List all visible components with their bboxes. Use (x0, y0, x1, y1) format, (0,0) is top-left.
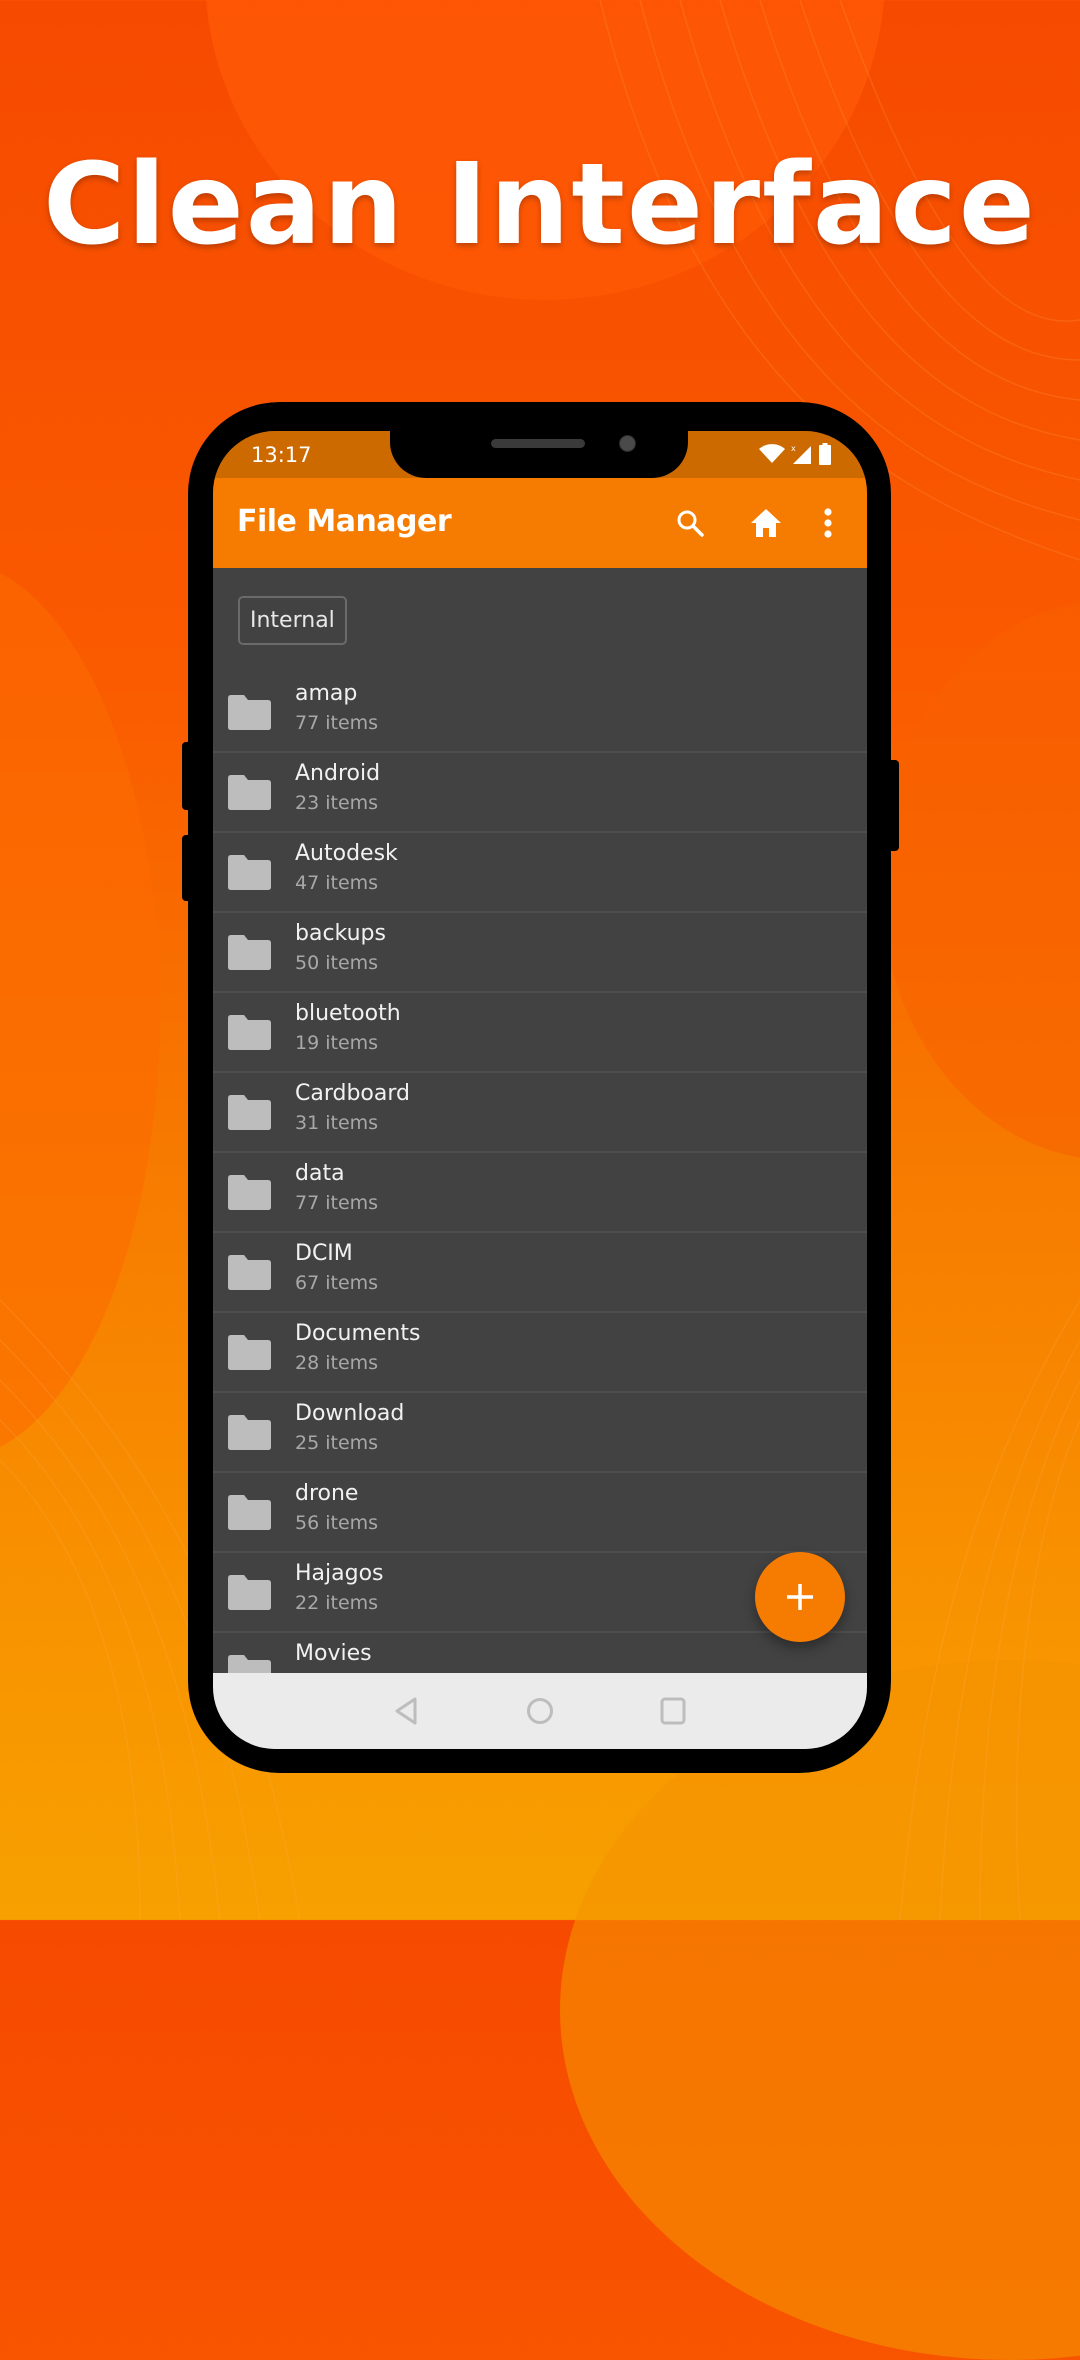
folder-name: Android (295, 761, 381, 786)
search-button[interactable] (672, 505, 708, 541)
folder-item-count: 25 items (295, 1432, 379, 1454)
folder-list-item[interactable]: bluetooth 19 items (213, 993, 867, 1073)
folder-item-count: 77 items (295, 1192, 379, 1214)
more-options-button[interactable] (816, 505, 840, 541)
folder-item-count: 77 items (295, 712, 379, 734)
promo-headline: Clean Interface (43, 140, 1037, 270)
app-title: File Manager (237, 504, 452, 539)
earpiece-speaker (491, 439, 585, 448)
folder-name: Download (295, 1401, 405, 1426)
folder-item-count: 28 items (295, 1352, 379, 1374)
folder-list-item[interactable]: DCIM 67 items (213, 1233, 867, 1313)
folder-icon (228, 1415, 271, 1450)
folder-icon (228, 1255, 271, 1290)
folder-icon (228, 1655, 271, 1673)
folder-list-item[interactable]: Cardboard 31 items (213, 1073, 867, 1153)
folder-item-count: 67 items (295, 1272, 379, 1294)
folder-icon (228, 1095, 271, 1130)
folder-item-count: 22 items (295, 1592, 379, 1614)
folder-item-count: 56 items (295, 1512, 379, 1534)
folder-list: amap 77 items Android 23 items Autodesk 47 it… (213, 673, 867, 1673)
folder-icon (228, 1495, 271, 1530)
background-shape (0, 560, 160, 1460)
battery-icon (819, 443, 831, 465)
nav-home-button[interactable] (522, 1693, 558, 1729)
plus-icon (787, 1584, 813, 1610)
phone-screen: 13:17 x File Manager Internal amap 77 ite… (213, 431, 867, 1749)
status-icons: x (759, 443, 831, 465)
home-button[interactable] (748, 505, 784, 541)
nav-recents-button[interactable] (655, 1693, 691, 1729)
folder-list-item[interactable]: backups 50 items (213, 913, 867, 993)
folder-icon (228, 1175, 271, 1210)
folder-name: drone (295, 1481, 359, 1506)
folder-name: Documents (295, 1321, 421, 1346)
folder-list-item[interactable]: Autodesk 47 items (213, 833, 867, 913)
folder-name: Cardboard (295, 1081, 410, 1106)
folder-name: DCIM (295, 1241, 353, 1266)
folder-icon (228, 1575, 271, 1610)
display-notch (390, 431, 688, 478)
add-fab-button[interactable] (755, 1552, 845, 1642)
recents-icon (660, 1697, 686, 1725)
system-nav-bar (213, 1673, 867, 1749)
home-icon (751, 509, 781, 537)
app-bar: File Manager (213, 478, 867, 568)
storage-chip-internal[interactable]: Internal (238, 596, 347, 645)
folder-list-item[interactable]: amap 77 items (213, 673, 867, 753)
folder-list-item[interactable]: Movies96 items (213, 1633, 867, 1673)
folder-name: data (295, 1161, 345, 1186)
status-bar: 13:17 x (213, 431, 867, 478)
wifi-icon (759, 444, 785, 463)
more-vert-icon (824, 508, 832, 538)
folder-icon (228, 1015, 271, 1050)
folder-icon (228, 855, 271, 890)
folder-list-item[interactable]: data 77 items (213, 1153, 867, 1233)
folder-list-item[interactable]: Download 25 items (213, 1393, 867, 1473)
back-icon (395, 1697, 417, 1725)
search-icon (677, 510, 704, 537)
folder-item-count: 31 items (295, 1112, 379, 1134)
svg-text:x: x (791, 444, 796, 453)
front-camera (619, 435, 636, 452)
folder-name: Autodesk (295, 841, 398, 866)
folder-item-count: 23 items (295, 792, 379, 814)
folder-name: bluetooth (295, 1001, 401, 1026)
folder-item-count: 19 items (295, 1032, 379, 1054)
folder-icon (228, 695, 271, 730)
folder-icon (228, 935, 271, 970)
folder-list-item[interactable]: drone 56 items (213, 1473, 867, 1553)
file-list-container[interactable]: Internal amap 77 items Android 23 items Auto… (213, 568, 867, 1673)
folder-icon (228, 775, 271, 810)
folder-item-count: 47 items (295, 872, 379, 894)
folder-name: Movies (295, 1641, 372, 1666)
folder-name: amap (295, 681, 358, 706)
folder-name: Hajagos (295, 1561, 384, 1586)
nav-back-button[interactable] (388, 1693, 424, 1729)
home-circle-icon (527, 1698, 553, 1724)
background-shape (880, 600, 1080, 1160)
folder-item-count: 50 items (295, 952, 379, 974)
signal-icon: x (791, 444, 811, 464)
folder-name: backups (295, 921, 386, 946)
status-time: 13:17 (251, 443, 312, 467)
folder-icon (228, 1335, 271, 1370)
folder-list-item[interactable]: Android 23 items (213, 753, 867, 833)
folder-list-item[interactable]: Documents 28 items (213, 1313, 867, 1393)
